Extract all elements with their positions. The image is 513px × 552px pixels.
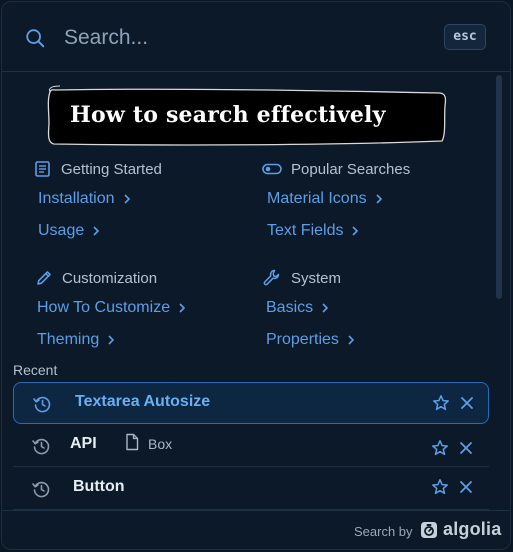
annotation-banner: How to search effectively — [42, 84, 450, 150]
recent-item-api[interactable]: API Box — [13, 425, 489, 467]
pencil-icon — [37, 271, 51, 285]
close-icon[interactable] — [459, 395, 475, 411]
category-customization: Customization — [35, 269, 157, 287]
chevron-right-icon — [108, 335, 115, 345]
category-title: Customization — [62, 269, 158, 287]
recent-item-title: Textarea Autosize — [75, 393, 211, 410]
scrollbar-thumb[interactable] — [496, 75, 502, 299]
algolia-brand[interactable]: algolia — [443, 519, 501, 540]
recent-item-title: API — [70, 435, 97, 452]
star-icon[interactable] — [432, 394, 450, 412]
banner-title: How to search effectively — [70, 102, 386, 128]
link-basics[interactable]: Basics — [266, 299, 329, 317]
category-title: Popular Searches — [291, 160, 411, 178]
search-icon — [26, 29, 45, 48]
link-label: Usage — [38, 222, 85, 239]
close-icon[interactable] — [458, 479, 474, 495]
footer: Search by algolia — [2, 510, 510, 549]
link-label: Theming — [37, 331, 100, 348]
link-theming[interactable]: Theming — [37, 331, 115, 349]
link-label: Material Icons — [267, 190, 367, 207]
document-list-icon — [35, 161, 50, 177]
history-icon — [33, 396, 51, 413]
history-icon — [32, 438, 50, 455]
search-modal: esc How to search effectively Getting St… — [1, 1, 511, 550]
chevron-right-icon — [352, 226, 359, 236]
category-system: System — [262, 268, 341, 288]
link-text-fields[interactable]: Text Fields — [267, 222, 359, 240]
algolia-logo-icon[interactable] — [420, 521, 438, 539]
chevron-right-icon — [322, 303, 329, 313]
recent-label: Recent — [13, 362, 58, 378]
search-bar: esc — [2, 2, 510, 72]
wrench-icon — [263, 269, 280, 286]
recent-item-textarea-autosize[interactable]: Textarea Autosize — [13, 382, 489, 424]
link-label: How To Customize — [37, 299, 171, 316]
category-title: System — [291, 269, 342, 287]
category-popular-searches: Popular Searches — [262, 160, 410, 178]
chevron-right-icon — [376, 194, 382, 204]
toggle-icon — [262, 163, 282, 175]
link-usage[interactable]: Usage — [38, 222, 100, 240]
search-input[interactable] — [64, 22, 404, 54]
chevron-right-icon — [179, 303, 186, 313]
link-how-to-customize[interactable]: How To Customize — [37, 299, 186, 317]
star-icon[interactable] — [431, 439, 449, 457]
link-label: Installation — [38, 190, 115, 207]
category-getting-started: Getting Started — [34, 160, 162, 178]
link-label: Properties — [266, 331, 339, 348]
link-material-icons[interactable]: Material Icons — [267, 190, 383, 208]
close-icon[interactable] — [458, 440, 474, 456]
esc-button[interactable]: esc — [444, 24, 486, 50]
search-by-label: Search by — [354, 524, 413, 539]
star-icon[interactable] — [431, 478, 449, 496]
document-icon — [126, 433, 139, 451]
recent-item-sublabel: Box — [148, 436, 173, 452]
category-title: Getting Started — [61, 160, 162, 178]
recent-item-button[interactable]: Button — [13, 468, 489, 510]
link-label: Text Fields — [267, 222, 344, 239]
chevron-right-icon — [123, 194, 130, 204]
link-properties[interactable]: Properties — [266, 331, 355, 349]
chevron-right-icon — [348, 335, 355, 345]
chevron-right-icon — [93, 226, 100, 236]
history-icon — [32, 481, 50, 498]
link-installation[interactable]: Installation — [38, 190, 131, 208]
recent-item-title: Button — [73, 478, 125, 495]
link-label: Basics — [266, 299, 314, 316]
